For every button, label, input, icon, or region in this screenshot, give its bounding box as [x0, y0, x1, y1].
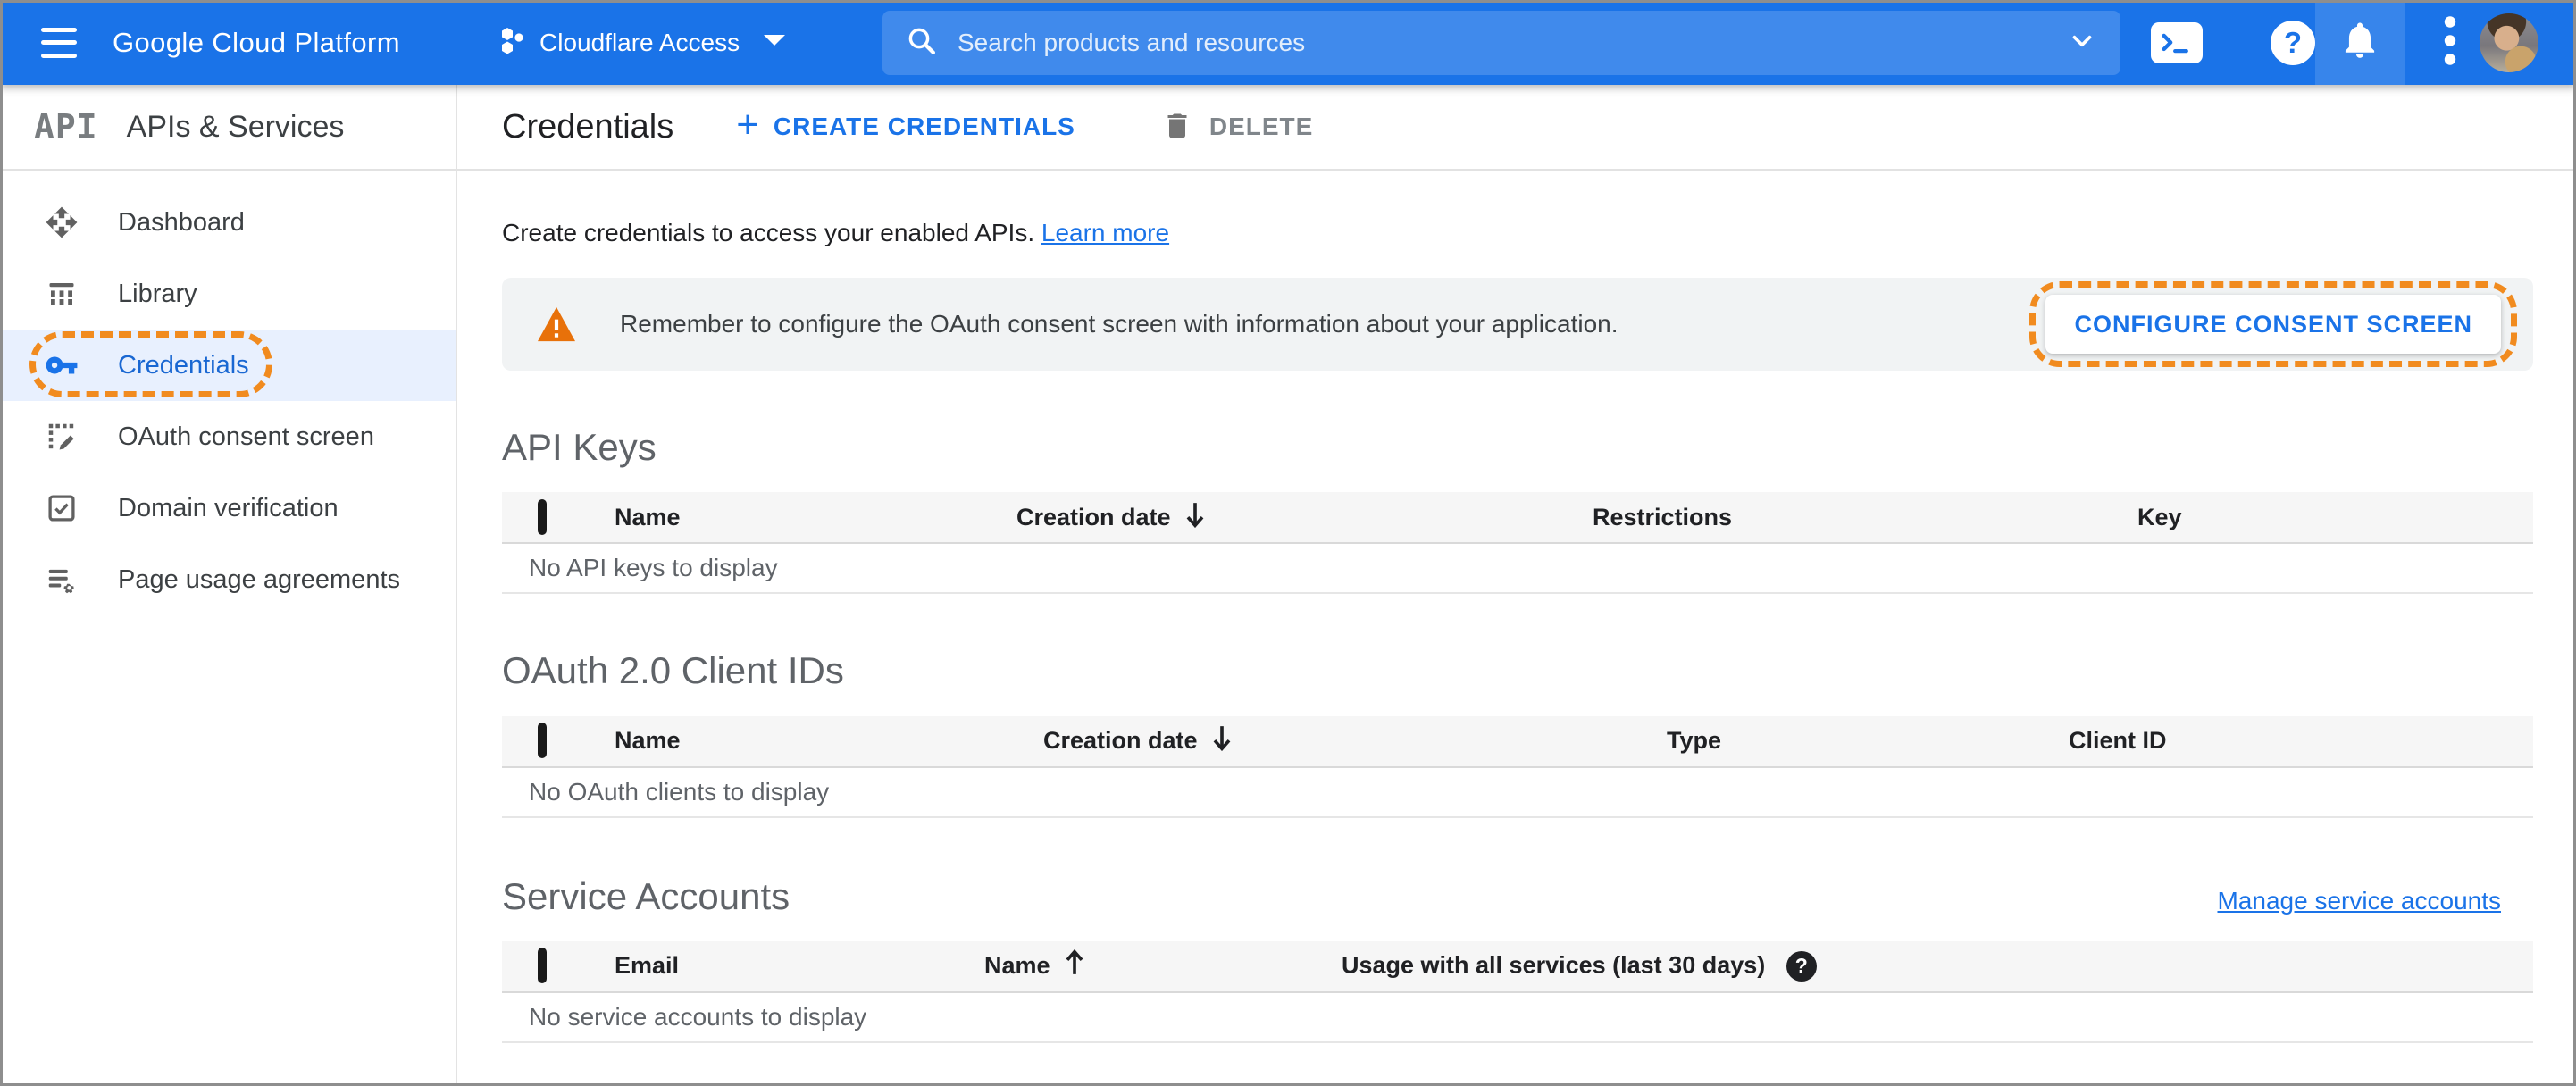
- page-header: Credentials + CREATE CREDENTIALS DELETE: [457, 85, 2576, 171]
- help-icon[interactable]: ?: [2271, 20, 2315, 65]
- column-header-name: Name: [615, 727, 681, 755]
- consent-screen-icon: [45, 420, 79, 454]
- sidebar-item-oauth-consent-screen[interactable]: OAuth consent screen: [0, 401, 456, 472]
- service-accounts-empty-row: No service accounts to display: [502, 993, 2533, 1043]
- content-area: Create credentials to access your enable…: [457, 219, 2576, 1043]
- gcp-console-window: Google Cloud Platform Cloudflare Access: [0, 0, 2576, 1086]
- oauth-clients-empty-row: No OAuth clients to display: [502, 768, 2533, 818]
- library-icon: [45, 277, 79, 311]
- search-input[interactable]: [958, 29, 2067, 57]
- sidebar: API APIs & Services Dashboard Library Cr…: [0, 85, 457, 1086]
- cloud-shell-icon[interactable]: [2151, 21, 2203, 63]
- usage-help-icon[interactable]: ?: [1786, 950, 1817, 982]
- notifications-button[interactable]: [2315, 0, 2405, 85]
- sort-ascending-icon: [1063, 949, 1086, 982]
- column-header-name: Name: [615, 503, 681, 530]
- project-name: Cloudflare Access: [539, 28, 740, 56]
- chevron-down-icon: [763, 34, 786, 51]
- sidebar-item-dashboard[interactable]: Dashboard: [0, 187, 456, 258]
- main-content: Credentials + CREATE CREDENTIALS DELETE …: [457, 85, 2576, 1086]
- menu-hamburger-icon[interactable]: [41, 27, 77, 58]
- column-header-type: Type: [1667, 727, 1722, 755]
- service-accounts-title: Service Accounts: [502, 874, 790, 917]
- brand-logo[interactable]: Google Cloud Platform: [113, 27, 400, 59]
- sort-descending-icon: [1183, 501, 1207, 534]
- sidebar-item-domain-verification[interactable]: Domain verification: [0, 472, 456, 544]
- column-header-key: Key: [2137, 503, 2182, 530]
- sidebar-nav: Dashboard Library Credentials OAuth cons…: [0, 171, 456, 615]
- manage-service-accounts-link[interactable]: Manage service accounts: [2217, 887, 2501, 915]
- select-all-checkbox[interactable]: [538, 498, 547, 535]
- column-header-restrictions: Restrictions: [1593, 503, 1733, 530]
- checkbox-check-icon: [45, 491, 79, 525]
- key-icon: [45, 348, 79, 382]
- column-header-email: Email: [615, 952, 680, 980]
- oauth-clients-title: OAuth 2.0 Client IDs: [502, 649, 844, 692]
- column-header-name[interactable]: Name: [984, 949, 1342, 982]
- service-accounts-header-row: Email Name Usage with all services (last…: [502, 940, 2533, 993]
- api-logo: API: [34, 107, 98, 146]
- banner-message: Remember to configure the OAuth consent …: [620, 310, 1618, 338]
- delete-button[interactable]: DELETE: [1161, 110, 1313, 145]
- top-app-bar: Google Cloud Platform Cloudflare Access: [0, 0, 2576, 85]
- column-header-creation-date[interactable]: Creation date: [1016, 501, 1593, 534]
- learn-more-link[interactable]: Learn more: [1041, 219, 1169, 246]
- plus-icon: +: [736, 103, 759, 146]
- api-keys-empty-row: No API keys to display: [502, 544, 2533, 595]
- dashboard-icon: [45, 205, 79, 239]
- sort-descending-icon: [1210, 724, 1234, 757]
- select-all-checkbox[interactable]: [538, 723, 547, 759]
- configure-consent-screen-button[interactable]: CONFIGURE CONSENT SCREEN: [2029, 281, 2517, 367]
- select-all-checkbox[interactable]: [538, 948, 547, 984]
- sidebar-item-page-usage-agreements[interactable]: Page usage agreements: [0, 544, 456, 615]
- consent-warning-banner: Remember to configure the OAuth consent …: [502, 278, 2533, 371]
- user-avatar[interactable]: [2480, 13, 2538, 72]
- search-bar[interactable]: [882, 11, 2120, 75]
- api-keys-header-row: Name Creation date Restrictions Key: [502, 492, 2533, 545]
- project-selector[interactable]: Cloudflare Access: [500, 27, 786, 59]
- sidebar-item-library[interactable]: Library: [0, 258, 456, 330]
- create-credentials-button[interactable]: + CREATE CREDENTIALS: [736, 105, 1075, 145]
- warning-icon: [536, 305, 577, 343]
- page-title: Credentials: [502, 107, 674, 146]
- project-icon: [500, 27, 525, 59]
- sidebar-title: APIs & Services: [126, 109, 345, 144]
- intro-text: Create credentials to access your enable…: [502, 219, 1170, 246]
- column-header-client-id: Client ID: [2069, 727, 2167, 755]
- api-keys-title: API Keys: [502, 426, 657, 468]
- trash-icon: [1161, 110, 1193, 145]
- oauth-clients-header-row: Name Creation date Type Client ID: [502, 715, 2533, 768]
- column-header-creation-date[interactable]: Creation date: [1043, 724, 1667, 757]
- search-icon: [906, 25, 938, 62]
- overflow-menu-icon[interactable]: [2444, 13, 2456, 71]
- sidebar-item-credentials[interactable]: Credentials: [0, 330, 456, 401]
- list-gear-icon: [45, 563, 79, 597]
- bell-icon: [2339, 20, 2380, 65]
- search-expand-chevron-icon[interactable]: [2067, 26, 2097, 61]
- sidebar-header: API APIs & Services: [0, 85, 456, 171]
- column-header-usage: Usage with all services (last 30 days) ?: [1342, 950, 2533, 982]
